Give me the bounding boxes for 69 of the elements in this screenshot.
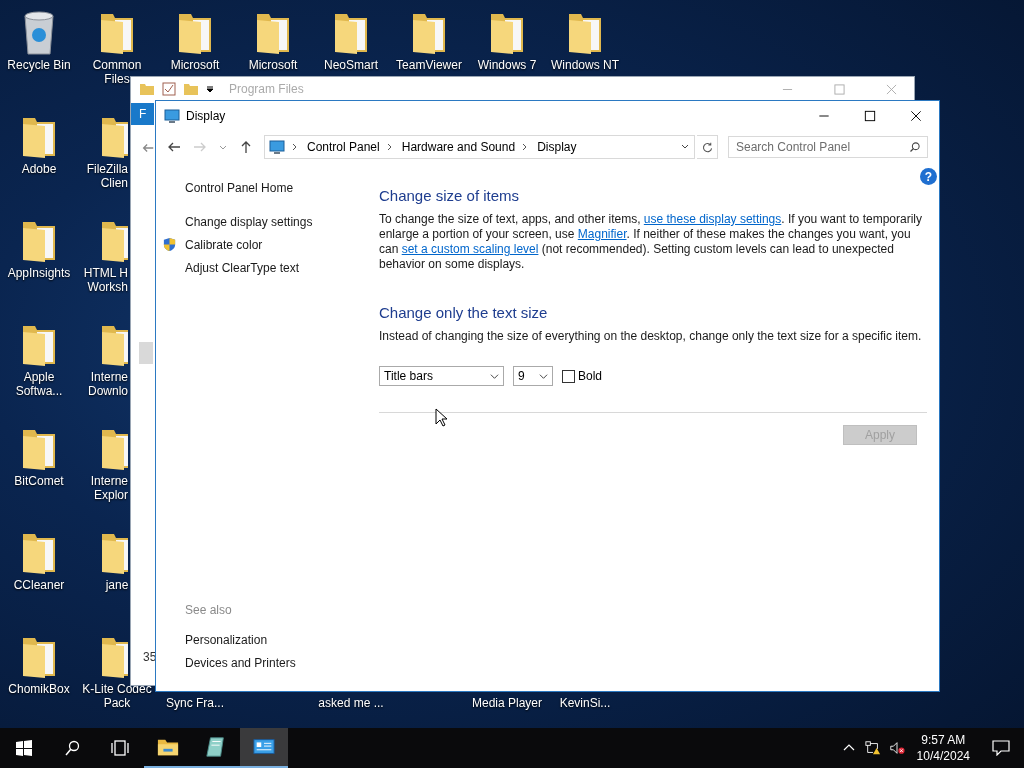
search-field[interactable]: Search Control Panel [728,136,928,158]
chevron-icon [291,143,299,151]
window-title: Program Files [229,82,304,96]
search-icon[interactable] [64,740,80,756]
taskbar-app[interactable] [240,728,288,768]
task-view-icon[interactable] [110,740,130,756]
desktop-icon-label[interactable]: Microsoft [170,58,220,72]
file-tab[interactable]: F [131,103,155,125]
refresh-button[interactable] [697,135,718,159]
desktop-icon-label[interactable]: Interne Downlo [87,370,128,398]
refresh-icon [700,140,714,154]
desktop-icon-label[interactable]: Windows 7 [477,58,537,72]
section-description: To change the size of text, apps, and other items, use these display settings. If you want to temporarily enlarge a portion of your screen, use Magnifier. If neither of these makes the changes you want, you can set a custom scaling level (not recommended). Setting custom levels can lead to unexpected behavior on some displays. [379,212,923,272]
desktop-icon-label[interactable]: jane [105,578,129,592]
desktop-icon-label[interactable]: Interne Explor [90,474,128,502]
sidebar-link[interactable]: Devices and Printers [185,656,296,671]
notepad-icon [205,736,227,758]
desktop-icon-label[interactable]: Common Files [79,58,155,86]
desktop-icon-label[interactable]: KevinSi... [559,696,611,710]
desktop-icon-label[interactable]: NeoSmart [324,58,378,72]
desktop-icon-label[interactable]: Adobe [21,162,57,176]
see-also-heading: See also [185,603,232,617]
section-heading: Change size of items [379,187,521,204]
search-icon [909,141,921,153]
help-button[interactable]: ? [920,168,937,185]
caret-icon [539,371,548,381]
monitor-icon [164,108,180,124]
desktop-icon-label[interactable]: AppInsights [7,266,71,280]
bold-checkbox[interactable]: Bold [562,369,603,383]
window-title: Display [186,109,226,123]
section-description: Instead of changing the size of everything on the desktop, change only the text size for a specific item. [379,329,923,344]
caret-icon [490,371,499,381]
sidebar-link[interactable]: Adjust ClearType text [185,261,300,275]
breadcrumb-item[interactable]: Hardware and Sound [401,140,516,154]
dropdown-icon[interactable] [205,84,215,94]
sidebar-link[interactable]: Personalization [185,633,268,648]
address-bar[interactable]: Control Panel Hardware and Sound Display [264,135,695,159]
chevron-icon [385,143,394,151]
text-link[interactable]: Magnifier [577,227,627,241]
desktop-icon-label[interactable]: ChomikBox [8,682,70,696]
desktop-icon-label[interactable]: HTML H Worksh [83,266,128,294]
desktop-icon-label[interactable]: BitComet [14,474,64,488]
desktop-icon-label[interactable]: FileZilla Clien [86,162,128,190]
clock-time[interactable]: 9:57 AM [921,732,966,748]
sidebar-link[interactable]: Calibrate color [185,238,263,252]
sidebar-link[interactable]: Change display settings [185,215,313,229]
home-link[interactable]: Control Panel Home [185,181,294,195]
breadcrumb-item[interactable]: Display [537,140,577,154]
desktop-icon-label[interactable]: Sync Fra... [166,696,224,710]
shield-icon [162,237,177,252]
properties-icon[interactable] [161,81,177,97]
desktop-icon-label[interactable]: asked me ... [318,696,384,710]
section-heading: Change only the text size [379,304,549,321]
desktop-icon-label[interactable]: Windows NT [551,58,619,72]
size-dropdown[interactable]: 9 [513,366,553,386]
desktop-icon-label[interactable]: Apple Softwa... [1,370,77,398]
desktop-icon-label[interactable]: Microsoft [248,58,298,72]
text-link[interactable]: set a custom scaling level [401,242,539,256]
start-icon[interactable] [16,740,32,756]
mouse-pointer-icon [435,408,447,427]
clock-date[interactable]: 10/4/2024 [916,748,970,764]
desktop-icon-label[interactable]: K-Lite Codec Pack [79,682,155,710]
desktop-icon-label[interactable]: TeamViewer [396,58,462,72]
item-dropdown[interactable]: Title bars [379,366,504,386]
desktop-icon-label[interactable]: Recycle Bin [7,58,71,72]
breadcrumb-item[interactable]: Control Panel [307,140,380,154]
desktop-icon-label[interactable]: Media Player [472,696,542,710]
monitor-icon [269,139,285,155]
desktop-icon-label[interactable]: CCleaner [13,578,65,592]
